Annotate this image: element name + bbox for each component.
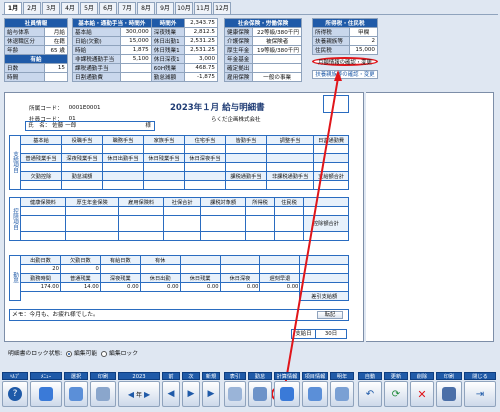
print-preview-button[interactable] — [90, 381, 116, 407]
help-button[interactable]: ? — [2, 381, 28, 407]
next-year-button[interactable] — [330, 381, 354, 407]
print2-label: 印刷 — [436, 372, 462, 380]
calc-info-icon — [280, 387, 294, 401]
menu-icon — [39, 387, 53, 401]
prev-button[interactable]: ◀ — [162, 381, 180, 407]
year-text: 年 — [135, 391, 142, 399]
table-label: 表引 — [224, 372, 246, 380]
update-label: 更新 — [384, 372, 408, 380]
item-info-button[interactable] — [302, 381, 328, 407]
auto-label: 自動 — [358, 372, 382, 380]
prev-year-icon: ◀ — [127, 389, 134, 399]
auto-button[interactable]: ↶ — [358, 381, 382, 407]
item-info-label: 項目情報 — [302, 372, 328, 380]
attendance-label: 勤怠 — [248, 372, 272, 380]
arrow-line — [283, 77, 339, 393]
attendance-button[interactable] — [248, 381, 272, 407]
close-label: 閉じる — [464, 372, 496, 380]
next-icon: ▶ — [187, 389, 195, 399]
new-button[interactable]: ▶ — [202, 381, 220, 407]
calc-info-label: 計算情報 — [274, 372, 300, 380]
next-label: 次 — [182, 372, 200, 380]
new-label: 新規 — [202, 372, 220, 380]
question-icon: ? — [8, 387, 22, 401]
printer-icon — [442, 387, 456, 401]
year-stepper[interactable]: ◀ 年 ▶ — [118, 381, 160, 407]
delete-button[interactable]: ✕ — [410, 381, 434, 407]
print-preview-icon — [96, 387, 110, 401]
delete-label: 削除 — [410, 372, 434, 380]
next-year-label: 明年 — [330, 372, 354, 380]
exit-icon: ⇥ — [475, 388, 485, 400]
print-label: 印刷 — [90, 372, 116, 380]
update-button[interactable]: ⟳ — [384, 381, 408, 407]
year-label: 2023 — [118, 372, 160, 380]
print-button[interactable] — [436, 381, 462, 407]
prev-label: 前 — [162, 372, 180, 380]
select-label: 選択 — [64, 372, 88, 380]
attendance-icon — [253, 387, 267, 401]
prev-icon: ◀ — [167, 389, 175, 399]
next-year-icon: ▶ — [144, 389, 151, 399]
menu-label: ﾒﾆｭｰ — [30, 372, 62, 380]
item-info-icon — [308, 387, 322, 401]
select-button[interactable] — [64, 381, 88, 407]
menu-button[interactable] — [30, 381, 62, 407]
delete-icon: ✕ — [417, 387, 427, 401]
table-button[interactable] — [224, 381, 246, 407]
undo-icon: ↶ — [365, 388, 375, 400]
bottom-toolbar: ﾍﾙﾌﾟ ? ﾒﾆｭｰ 選択 印刷 2023 ◀ 年 ▶ 前 ◀ 次 ▶ 新規 ▶ … — [2, 372, 498, 410]
calc-info-button[interactable] — [274, 381, 300, 407]
table-icon — [228, 387, 242, 401]
refresh-icon: ⟳ — [391, 388, 401, 400]
calendar-icon — [335, 387, 349, 401]
next-button[interactable]: ▶ — [182, 381, 200, 407]
help-label: ﾍﾙﾌﾟ — [2, 372, 28, 380]
close-button[interactable]: ⇥ — [464, 381, 496, 407]
new-icon: ▶ — [207, 389, 215, 399]
arrow-head — [334, 70, 342, 81]
annotation-arrow — [271, 70, 342, 403]
select-icon — [69, 387, 83, 401]
